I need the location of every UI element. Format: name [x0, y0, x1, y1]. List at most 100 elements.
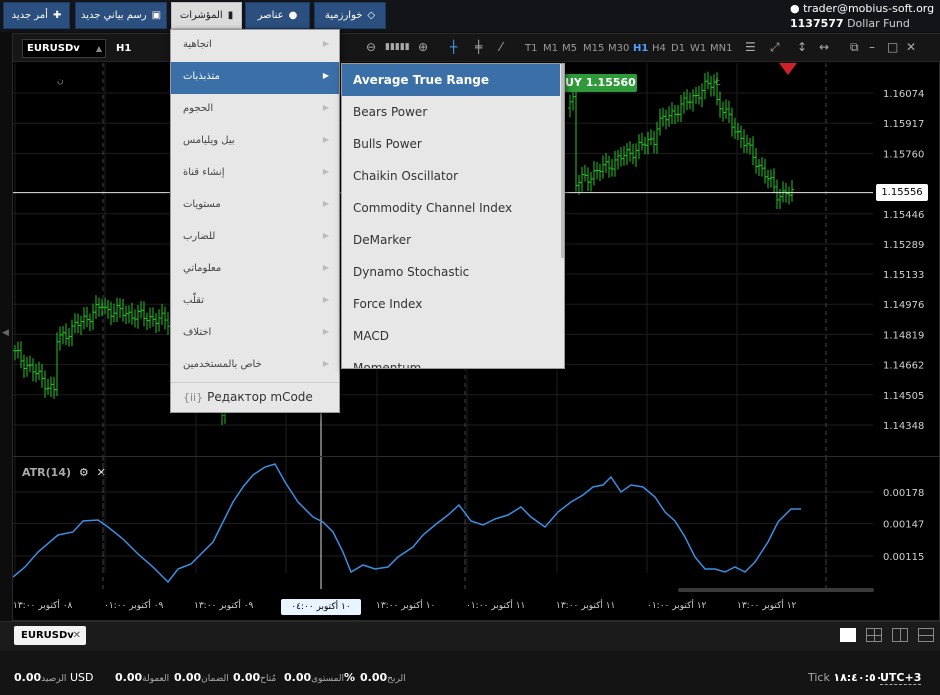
layout-grid-icon[interactable]	[866, 628, 882, 642]
submenu-item-bears-power[interactable]: Bears Power	[342, 96, 560, 128]
menu-item-oscillators[interactable]: ▶ متذبذبات	[171, 62, 339, 94]
indicators-button[interactable]: ▮ المؤشرات	[171, 2, 242, 29]
chart-tab[interactable]: EURUSDv ✕	[14, 626, 86, 645]
submenu-item-demarker[interactable]: DeMarker	[342, 224, 560, 256]
atr-plot: 0.00178 0.00147 0.00115	[13, 457, 924, 589]
symbol-select[interactable]: EURUSDv ▲	[22, 39, 106, 58]
layout-single-icon[interactable]	[840, 628, 856, 642]
horizontal-scale-icon[interactable]: ↔	[819, 40, 829, 54]
menu-item-levels[interactable]: ▶ مستويات	[171, 190, 339, 222]
chart-toolbar: EURUSDv ▲ H1 ⊖ ▮▮▮▮▮ ⊕ ┼ ╪ ⁄ T1 M1 M5 M15…	[13, 34, 940, 62]
submenu-item-cci[interactable]: Commodity Channel Index	[342, 192, 560, 224]
submenu-scrollbar[interactable]	[561, 64, 564, 258]
menu-item-volatility[interactable]: ▶ تقلّب	[171, 286, 339, 318]
minimize-icon[interactable]: –	[869, 40, 875, 54]
bar-chart-icon[interactable]: ┼	[450, 40, 457, 54]
chart-scrollbar[interactable]	[678, 588, 874, 592]
submenu-item-macd[interactable]: MACD	[342, 320, 560, 352]
account-info[interactable]: ● trader@mobius-soft.org 1137577 Dollar …	[790, 1, 936, 31]
atr-tick: 0.00115	[883, 552, 924, 563]
menu-item-volumes[interactable]: ▶ الحجوم	[171, 94, 339, 126]
settings-lines-icon[interactable]: ☰	[745, 40, 756, 54]
chevron-right-icon: ▶	[322, 135, 329, 144]
time-label: ٠٨ أكتوبر ١٣:٠٠	[13, 601, 73, 611]
menu-item-custom[interactable]: ▶ خاص بالمستخدمين	[171, 350, 339, 382]
autoscale-icon[interactable]: ⤢	[770, 40, 780, 55]
tf-h4[interactable]: H4	[652, 43, 666, 54]
submenu-item-chaikin[interactable]: Chaikin Oscillator	[342, 160, 560, 192]
line-chart-icon[interactable]: ⁄	[500, 40, 502, 54]
price-tick: 1.14662	[883, 361, 924, 372]
timezone-select[interactable]: UTC+3	[880, 671, 922, 685]
time-label: ١٢ أكتوبر ٠١:٠٠	[647, 601, 707, 611]
user-icon: ●	[790, 2, 800, 15]
layout-rows-icon[interactable]	[918, 628, 934, 642]
submenu-item-force-index[interactable]: Force Index	[342, 288, 560, 320]
balance: 0.00الرصيد USD	[14, 671, 94, 684]
tf-h1[interactable]: H1	[633, 43, 648, 54]
popout-icon[interactable]: ⧉	[850, 40, 859, 55]
price-tick: 1.15133	[883, 270, 924, 281]
menu-item-informational[interactable]: ▶ معلوماتي	[171, 254, 339, 286]
atr-indicator-pane: ATR(14) ⚙ ✕ 0.00178 0.00147 0.00115	[13, 456, 940, 589]
mcode-editor-item[interactable]: {ii} Редактор mCode	[183, 390, 313, 404]
maximize-icon[interactable]: □	[887, 40, 898, 54]
menu-item-bill-williams[interactable]: ▶ بيل ويليامس	[171, 126, 339, 158]
time-label: ١١ أكتوبر ١٣:٠٠	[556, 601, 616, 611]
candlestick-icon[interactable]: ╪	[475, 40, 482, 54]
new-order-button[interactable]: ✚ أمر جديد	[3, 2, 70, 29]
submenu-item-atr[interactable]: Average True Range	[342, 64, 560, 96]
bars-icon: ▮	[227, 10, 234, 21]
tf-m1[interactable]: M1	[543, 43, 558, 54]
tf-mn1[interactable]: MN1	[710, 43, 732, 54]
top-toolbar: ✚ أمر جديد ▣ رسم بياني جديد ▮ المؤشرات ●…	[0, 0, 940, 32]
new-chart-button[interactable]: ▣ رسم بياني جديد	[75, 2, 167, 29]
menu-item-trend[interactable]: ▶ اتجاهية	[171, 30, 339, 62]
time-axis: ٠٨ أكتوبر ١٣:٠٠ ٠٩ أكتوبر ٠١:٠٠ ٠٩ أكتوب…	[13, 595, 873, 619]
indicators-menu: ▶ اتجاهية ▶ متذبذبات ▶ الحجوم ▶ بيل ويليامس …	[170, 29, 340, 413]
chevron-down-icon: ▲	[95, 44, 102, 53]
sell-marker-icon	[779, 63, 797, 75]
available: 0.00مُتاح	[233, 671, 277, 684]
chevron-right-icon: ▶	[322, 199, 329, 208]
tf-m5[interactable]: M5	[562, 43, 577, 54]
menu-item-channels[interactable]: ▶ إنشاء قناة	[171, 158, 339, 190]
tf-m30[interactable]: M30	[608, 43, 629, 54]
objects-button[interactable]: ● عناصر	[245, 2, 310, 29]
shapes-icon: ●	[288, 10, 298, 21]
price-tick: 1.14505	[883, 391, 924, 402]
plus-icon: ✚	[52, 10, 62, 21]
time-label: ٠٩ أكتوبر ٠١:٠٠	[104, 601, 164, 611]
algorithm-button[interactable]: ◇ خوارزمية	[314, 2, 386, 29]
chevron-right-icon: ▶	[322, 263, 329, 272]
submenu-item-dynamo[interactable]: Dynamo Stochastic	[342, 256, 560, 288]
buy-price-tag[interactable]: UY 1.15560	[561, 74, 637, 92]
tf-t1[interactable]: T1	[525, 43, 537, 54]
zoom-out-icon[interactable]: ⊖	[366, 40, 376, 54]
current-price-label: 1.15556	[876, 184, 928, 201]
submenu-item-bulls-power[interactable]: Bulls Power	[342, 128, 560, 160]
zoom-slider[interactable]: ▮▮▮▮▮	[385, 42, 410, 52]
close-tab-icon[interactable]: ✕	[73, 626, 81, 645]
menu-item-scalper[interactable]: ▶ للضارب	[171, 222, 339, 254]
zoom-in-icon[interactable]: ⊕	[418, 40, 428, 54]
chart-tabs-bar: EURUSDv ✕	[0, 621, 940, 651]
price-tick: 1.15917	[883, 119, 924, 130]
chevron-right-icon: ▶	[322, 359, 329, 368]
tf-m15[interactable]: M15	[583, 43, 604, 54]
chevron-right-icon: ▶	[322, 327, 329, 336]
submenu-item-momentum[interactable]: Momentum	[342, 352, 560, 368]
tf-d1[interactable]: D1	[671, 43, 685, 54]
atr-tick: 0.00178	[883, 488, 924, 499]
chevron-right-icon: ▶	[322, 295, 329, 304]
clock: Tick ١٨:٤٠:٥٠	[808, 671, 883, 684]
layout-columns-icon[interactable]	[892, 628, 908, 642]
menu-item-divergence[interactable]: ▶ اختلاف	[171, 318, 339, 350]
tf-w1[interactable]: W1	[690, 43, 706, 54]
session-marker: ع	[715, 76, 721, 86]
time-label: ١١ أكتوبر ٠١:٠٠	[466, 601, 526, 611]
atr-tick: 0.00147	[883, 519, 924, 530]
close-icon[interactable]: ✕	[906, 40, 916, 54]
vertical-scale-icon[interactable]: ↕	[797, 40, 807, 54]
left-panel-handle[interactable]: ◀	[2, 328, 9, 338]
